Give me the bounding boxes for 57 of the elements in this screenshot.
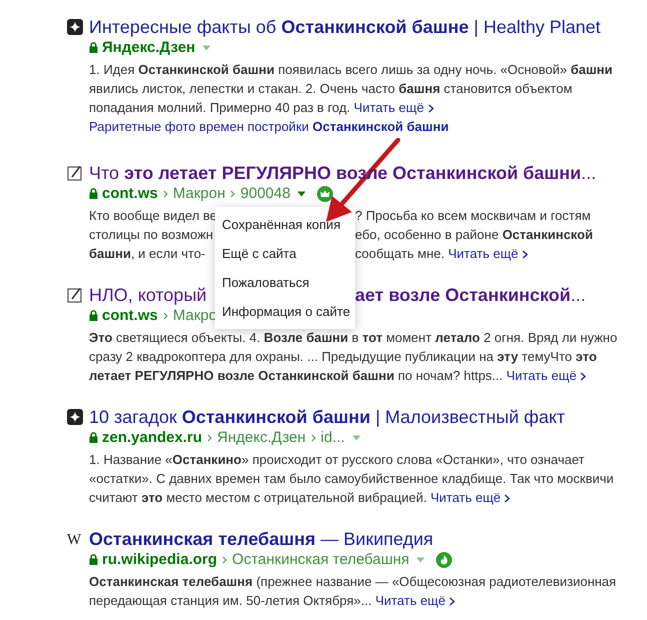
result-title-link[interactable]: НЛО, который	[89, 284, 215, 306]
wikipedia-icon: W	[67, 532, 82, 548]
breadcrumb-link[interactable]: Макрон	[172, 184, 226, 203]
snippet-text: 1. Идея Останкинской башни появилась всего лишь за одну ночь. «Основой» башни явились листок, лепестки и стакан. 2. Очень часто башня становится объектом попадания молний. Примерно 40 раз в год. Читать ещё	[89, 61, 614, 117]
lock-icon	[89, 554, 98, 565]
pencil-square-icon	[67, 165, 83, 181]
result-title-link[interactable]: Останкинская телебашня — Википедия	[89, 528, 434, 550]
snippet-text: ебо, особенно в районе Останкинской	[355, 226, 594, 244]
read-more-link[interactable]: Читать ещё	[354, 100, 428, 115]
chevron-icon	[522, 250, 528, 259]
sitelink[interactable]: Раритетные фото времен постройки Останкинской башни	[89, 117, 449, 136]
chevron-icon	[162, 190, 168, 198]
site-link[interactable]: Яндекс.Дзен	[102, 38, 196, 57]
breadcrumb-link[interactable]: Останкинская телебашня	[232, 550, 410, 569]
snippet-text: Это светящиеся объекты. 4. Возле башни в тот момент летало 2 огня. Вряд ли нужно сразу 2 квадрокоптера для охраны. ... Предыдущие публикации на эту темуЧто это летает РЕГУЛЯРНО возле Останкинской башни по ночам? https... Читать ещё	[89, 329, 618, 385]
chevron-icon	[162, 312, 168, 320]
chevron-icon	[207, 434, 212, 442]
result-title-link[interactable]: Интересные факты об Останкинской башне | Healthy Planet	[89, 16, 601, 38]
site-link[interactable]: cont.ws	[102, 306, 158, 325]
menu-item[interactable]: Пожаловаться	[215, 268, 355, 297]
chevron-icon	[504, 494, 510, 503]
breadcrumb-link[interactable]: id...	[320, 428, 345, 447]
snippet-text: сообщать мне. Читать ещё	[355, 244, 621, 263]
snippet-text: ? Просьба ко всем москвичам и гостям	[355, 207, 592, 225]
menu-item[interactable]: Информация о сайте	[215, 297, 355, 326]
chevron-icon	[580, 372, 586, 381]
read-more-link[interactable]: Читать ещё	[506, 368, 580, 383]
snippet-text: башни, и если что-	[89, 245, 206, 263]
crown-icon	[317, 186, 334, 202]
flame-icon	[436, 552, 452, 568]
pencil-square-icon	[67, 287, 83, 303]
chevron-icon	[222, 556, 228, 564]
chevron-icon	[428, 104, 434, 113]
result-title-link[interactable]: ает возле Останкинской...	[355, 284, 629, 306]
lock-icon	[89, 432, 98, 443]
menu-item[interactable]: Сохранённая копия	[215, 210, 355, 239]
breadcrumb-link[interactable]: Яндекс.Дзен	[217, 428, 306, 447]
lock-icon	[89, 310, 98, 321]
lock-icon	[89, 42, 98, 53]
snippet-text: Останкинская телебашня (прежнее название — «Общесоюзная радиотелевизионная передающая станция им. 50-летия Октября»... Читать ещё	[89, 573, 618, 610]
lock-icon	[89, 188, 98, 199]
chevron-icon	[449, 597, 456, 606]
chevron-icon	[310, 434, 316, 442]
read-more-link[interactable]: Читать ещё	[448, 246, 522, 261]
snippet-text: 1. Название «Останкино» происходит от русского слова «Останки», что означает «остатки». С давних времен там было самоубийственное кладбище. Так что москвичи считают это место местом с отрицательной вибрацией. Читать ещё	[89, 451, 615, 507]
result-title-link[interactable]: 10 загадок Останкинской башни | Малоизвестный факт	[89, 406, 566, 428]
star-icon	[67, 409, 83, 425]
site-link[interactable]: cont.ws	[102, 184, 158, 203]
site-link[interactable]: ru.wikipedia.org	[102, 550, 218, 569]
read-more-link[interactable]: Читать ещё	[375, 593, 450, 608]
breadcrumb-link[interactable]: 900048	[240, 184, 290, 203]
snippet-text: столицы по возможн	[89, 226, 214, 244]
chevron-icon	[230, 190, 236, 198]
menu-item[interactable]: Ещё с сайта	[215, 239, 355, 268]
site-link[interactable]: zen.yandex.ru	[102, 428, 202, 447]
read-more-link[interactable]: Читать ещё	[430, 490, 504, 505]
star-icon	[67, 19, 83, 35]
